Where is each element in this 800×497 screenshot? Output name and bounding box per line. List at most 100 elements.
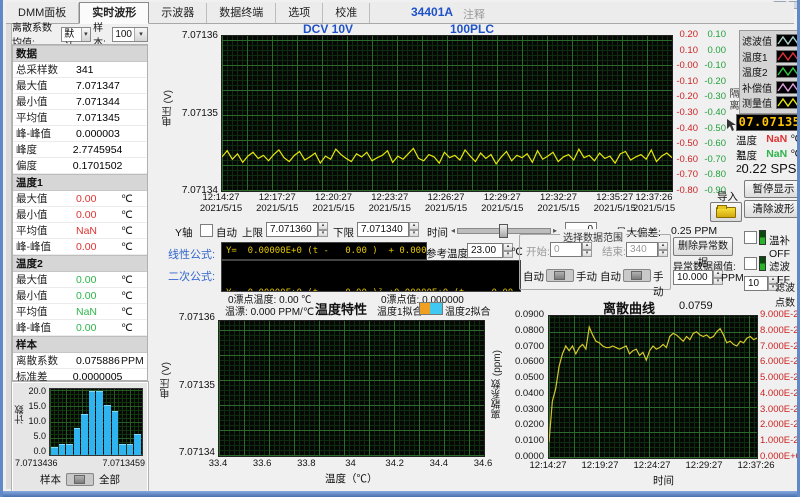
- temp-characteristic-chart[interactable]: [218, 320, 485, 457]
- histogram-scope-toggle-row: 样本 全部: [27, 472, 133, 487]
- stats-row: 峰-峰值0.00℃: [13, 239, 147, 255]
- stat-unit: ℃: [121, 225, 147, 237]
- dispersion-right-y-tick: 9.000E-2: [760, 309, 800, 320]
- x-tick-date: 2021/5/15: [633, 203, 675, 214]
- temp2-axis-tick: -0.10: [700, 60, 726, 71]
- stats-section-header: 样本: [13, 336, 147, 353]
- pause-display-button[interactable]: 暂停显示: [744, 180, 800, 198]
- temp2-axis-tick: -0.30: [700, 91, 726, 102]
- sample-rate: 0.22 SPS: [740, 161, 798, 176]
- hist-bar: [127, 444, 134, 455]
- measurement-readout: 07.07135: [736, 114, 800, 131]
- dispersion-y-tick: 0.0600: [501, 356, 544, 367]
- x-tick-date: 2021/5/15: [425, 203, 467, 214]
- x-tick-date: 2021/5/15: [312, 203, 354, 214]
- fit-toggle[interactable]: [419, 302, 443, 315]
- tab-数据终端[interactable]: 数据终端: [207, 3, 276, 23]
- stat-label: 峰度: [13, 142, 73, 157]
- x-tick-time: 12:14:27: [200, 192, 242, 203]
- stat-label: 峰-峰值: [13, 126, 76, 141]
- ref-temp-spinner[interactable]: 23.00 ▴▾: [467, 243, 513, 258]
- main-waveform-chart[interactable]: [221, 35, 673, 192]
- legend-item[interactable]: 滤波值: [742, 33, 800, 49]
- slider-left-arrow-icon[interactable]: ◂: [451, 226, 455, 235]
- tab-实时波形[interactable]: 实时波形: [79, 2, 149, 24]
- sample-all-toggle[interactable]: [66, 473, 94, 486]
- temp-comp-label: 温补 OFF: [769, 233, 797, 260]
- import-file-button[interactable]: [710, 202, 742, 222]
- temp-comp-checkbox[interactable]: [744, 231, 757, 244]
- dispersion-y-axis-label: 离散系数 (ppm): [490, 350, 505, 419]
- linear-formula-label: 线性公式:: [168, 246, 215, 262]
- y-axis-auto-checkbox[interactable]: [200, 224, 213, 237]
- stat-value: 0.1701502: [73, 160, 123, 172]
- spinner-arrows-icon[interactable]: ▴▾: [582, 242, 592, 257]
- outlier-threshold-spinner[interactable]: 10.000 ▴▾: [673, 270, 723, 285]
- legend-item[interactable]: 温度1: [742, 49, 800, 65]
- legend-label: 温度2: [742, 64, 774, 79]
- spinner-arrows-icon[interactable]: ▴▾: [318, 222, 328, 237]
- dispersion-right-y-tick: 4.000E-2: [760, 388, 800, 399]
- temp1-axis-tick: -0.60: [672, 154, 698, 165]
- legend-item[interactable]: 补偿值: [742, 80, 800, 96]
- end-spinner[interactable]: 340 ▴▾: [626, 242, 668, 257]
- end-auto-manual-toggle[interactable]: [623, 269, 651, 282]
- stat-label: 最大值: [13, 78, 76, 93]
- hist-y-tick: 10.0: [24, 416, 46, 426]
- stat-unit: ℃: [121, 322, 147, 334]
- stats-row: 峰-峰值0.00℃: [13, 320, 147, 336]
- stat-label: 最大值: [13, 191, 76, 206]
- stat-value: 7.071344: [76, 96, 121, 108]
- waveform-trace: [222, 148, 672, 164]
- cv-mean-select[interactable]: 默认 ▾: [61, 27, 91, 42]
- hist-bar: [104, 405, 111, 456]
- temp-x-tick: 34.2: [385, 458, 404, 469]
- temp-x-tick: 34.4: [430, 458, 449, 469]
- dispersion-y-tick: 0.0700: [501, 341, 544, 352]
- temp1-axis-tick: -0.50: [672, 138, 698, 149]
- stat-value: 0.00: [76, 322, 121, 334]
- main-x-tick: 12:32:272021/5/15: [537, 192, 579, 214]
- stats-row: 最大值0.00℃: [13, 272, 147, 288]
- chevron-down-icon[interactable]: ▾: [81, 28, 91, 41]
- delete-outliers-button[interactable]: 删除异常数据: [673, 237, 733, 256]
- tab-示波器[interactable]: 示波器: [149, 3, 207, 23]
- stat-label: 偏度: [13, 158, 73, 173]
- temp1-axis-tick: -0.20: [672, 91, 698, 102]
- dispersion-curve-chart[interactable]: [548, 315, 758, 459]
- sample-select[interactable]: 100 ▾: [112, 27, 148, 42]
- filter-points-spinner[interactable]: 10 ▴▾: [744, 276, 778, 291]
- x-tick-time: 12:35:27: [594, 192, 636, 203]
- note-label[interactable]: 注释: [463, 6, 485, 22]
- start-spinner[interactable]: 0 ▴▾: [550, 242, 592, 257]
- filter-checkbox[interactable]: [744, 257, 757, 270]
- slider-thumb[interactable]: [499, 224, 508, 238]
- dispersion-x-tick: 12:14:27: [530, 460, 567, 471]
- tab-选项[interactable]: 选项: [276, 3, 323, 23]
- x-tick-date: 2021/5/15: [256, 203, 298, 214]
- temp2-axis-tick: -0.50: [700, 123, 726, 134]
- instrument-model: 34401A: [411, 5, 453, 19]
- stat-label: 峰-峰值: [13, 320, 76, 335]
- stats-row: 峰-峰值0.000003: [13, 126, 147, 142]
- start-auto-manual-toggle[interactable]: [546, 269, 574, 282]
- fit1-label: 温度1拟合: [377, 303, 423, 318]
- stats-section-header: 温度1: [13, 174, 147, 191]
- temp1-axis-tick: 0.10: [672, 45, 698, 56]
- stat-unit: PPM: [121, 355, 147, 367]
- legend-label: 测量值: [742, 95, 774, 110]
- stats-section-header: 数据: [13, 45, 147, 62]
- tab-校准[interactable]: 校准: [323, 3, 370, 23]
- 温度2-wave-icon: [776, 65, 800, 78]
- spinner-arrows-icon[interactable]: ▴▾: [658, 242, 668, 257]
- legend-item[interactable]: 温度2: [742, 64, 800, 80]
- spinner-arrows-icon[interactable]: ▴▾: [409, 222, 419, 237]
- upper-limit-label: 上限: [242, 225, 263, 240]
- chevron-down-icon[interactable]: ▾: [134, 28, 147, 41]
- lower-limit-spinner[interactable]: 7.071340 ▴▾: [357, 222, 419, 237]
- upper-limit-spinner[interactable]: 7.071360 ▴▾: [266, 222, 328, 237]
- legend-item[interactable]: 测量值: [742, 95, 800, 111]
- clear-waveform-button[interactable]: 清除波形: [744, 200, 800, 218]
- x-tick-date: 2021/5/15: [594, 203, 636, 214]
- hist-bar: [89, 391, 96, 455]
